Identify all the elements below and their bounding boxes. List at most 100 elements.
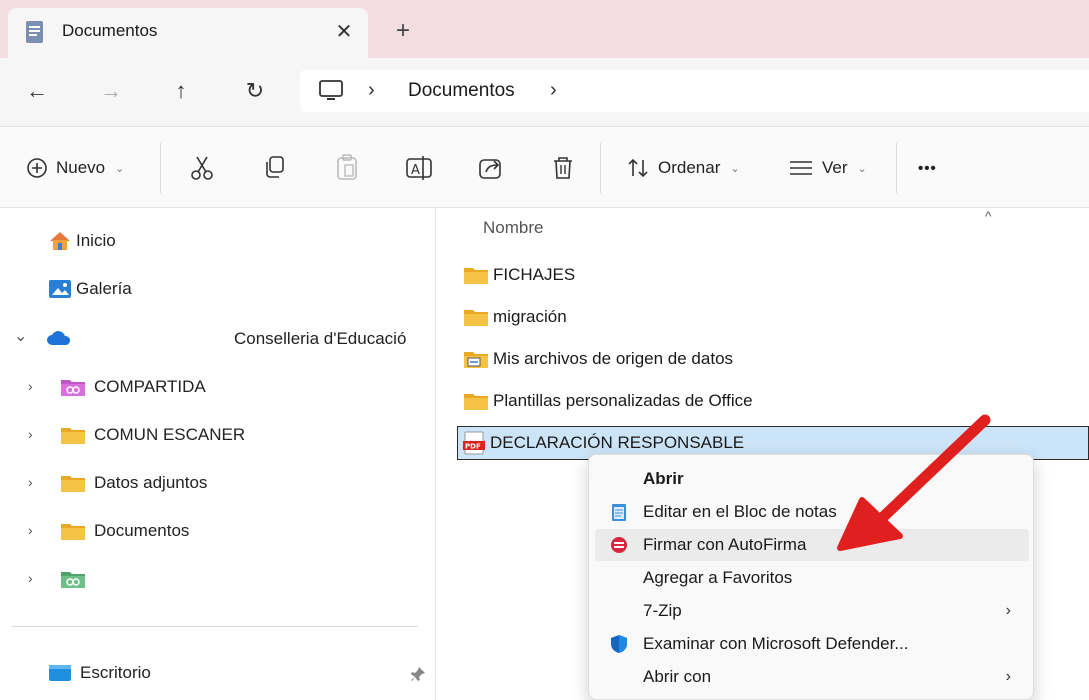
sidebar-item-label: COMUN ESCANER xyxy=(94,425,246,444)
sidebar-item-label: Escritorio xyxy=(80,663,151,682)
menu-item-label: Examinar con Microsoft Defender... xyxy=(643,634,909,653)
tab-documentos[interactable]: Documentos ✕ xyxy=(8,8,368,58)
copy-icon[interactable] xyxy=(258,151,292,185)
sidebar-item-label: Conselleria d'Educació xyxy=(234,329,407,348)
new-tab-button[interactable]: + xyxy=(388,16,418,46)
menu-item-label: 7-Zip xyxy=(643,601,682,620)
tab-title: Documentos xyxy=(62,21,158,40)
file-name: migración xyxy=(493,307,567,326)
sidebar-item-onedrive[interactable]: Conselleria d'Educació xyxy=(46,324,426,354)
column-header-name[interactable]: Nombre xyxy=(483,218,543,238)
chevron-right-icon[interactable]: › xyxy=(28,378,33,394)
chevron-right-icon[interactable]: › xyxy=(28,570,33,586)
address-bar[interactable]: › Documentos › xyxy=(300,70,1089,112)
toolbar-divider xyxy=(600,143,601,193)
file-name: FICHAJES xyxy=(493,265,576,284)
folder-icon xyxy=(61,428,85,444)
notepad-icon xyxy=(612,504,626,521)
sort-button[interactable]: Ordenar ⌄ xyxy=(626,153,740,183)
see-more-button[interactable]: ••• xyxy=(918,153,937,183)
sidebar-item-documentos[interactable]: Documentos xyxy=(60,516,189,546)
folder-tab-icon xyxy=(24,20,46,44)
chevron-right-icon[interactable]: › xyxy=(28,426,33,442)
autofirma-icon xyxy=(611,537,627,553)
sidebar-item-datos-adjuntos[interactable]: Datos adjuntos xyxy=(60,468,207,498)
menu-item-7zip[interactable]: 7-Zip › xyxy=(595,595,1029,627)
shared-folder-icon xyxy=(61,380,85,396)
sidebar-item-label: Inicio xyxy=(76,231,116,250)
chevron-down-icon: ⌄ xyxy=(857,162,867,175)
file-name: Mis archivos de origen de datos xyxy=(493,349,734,368)
chevron-right-icon: › xyxy=(1005,668,1011,685)
file-row[interactable]: Mis archivos de origen de datos xyxy=(457,342,1089,376)
folder-icon xyxy=(464,268,488,284)
folder-icon xyxy=(61,476,85,492)
toolbar-divider xyxy=(160,143,161,193)
paste-icon[interactable] xyxy=(330,151,364,185)
close-tab-icon[interactable]: ✕ xyxy=(330,18,358,46)
desktop-icon xyxy=(49,665,71,681)
folder-icon xyxy=(61,524,85,540)
rename-icon[interactable]: A xyxy=(402,151,436,185)
sort-button-label: Ordenar xyxy=(658,158,721,177)
file-name: Plantillas personalizadas de Office xyxy=(493,391,753,410)
sidebar-item-label: COMPARTIDA xyxy=(94,377,206,396)
pdf-icon: PDF xyxy=(463,431,485,455)
defender-shield-icon xyxy=(611,635,627,653)
up-button[interactable]: ↑ xyxy=(162,72,200,110)
delete-icon[interactable] xyxy=(546,151,580,185)
nav-divider xyxy=(12,626,418,627)
sidebar-item-home[interactable]: Inicio xyxy=(48,226,116,256)
sidebar-item-label: Datos adjuntos xyxy=(94,473,208,492)
shared-folder-icon xyxy=(61,572,85,588)
sidebar-item-shared[interactable] xyxy=(60,564,94,594)
plus-circle-icon xyxy=(27,158,47,178)
chevron-right-icon[interactable]: › xyxy=(28,522,33,538)
menu-item-abrir-con[interactable]: Abrir con › xyxy=(595,661,1029,693)
back-button[interactable]: ← xyxy=(18,72,56,110)
file-row[interactable]: FICHAJES xyxy=(457,258,1089,292)
breadcrumb-documentos[interactable]: Documentos xyxy=(408,80,515,102)
folder-icon xyxy=(464,394,488,410)
red-arrow-annotation xyxy=(837,414,991,551)
tab-strip: Documentos ✕ + xyxy=(0,0,1089,58)
sidebar-item-desktop[interactable]: Escritorio xyxy=(48,658,428,688)
breadcrumb-chevron[interactable]: › xyxy=(550,79,557,102)
share-icon[interactable] xyxy=(474,151,508,185)
chevron-right-icon[interactable]: › xyxy=(28,474,33,490)
pin-icon[interactable] xyxy=(410,666,426,682)
this-pc-icon xyxy=(318,79,344,103)
sort-icon xyxy=(628,158,648,178)
view-button[interactable]: Ver ⌄ xyxy=(788,153,867,183)
forward-button[interactable]: → xyxy=(92,72,130,110)
chevron-right-icon: › xyxy=(1005,602,1011,619)
chevron-down-icon: ⌄ xyxy=(115,162,125,175)
toolbar-divider xyxy=(896,143,897,193)
sidebar-item-gallery[interactable]: Galería xyxy=(48,274,132,304)
sidebar-item-label: Documentos xyxy=(94,521,190,540)
new-button-label: Nuevo xyxy=(56,158,106,177)
svg-text:PDF: PDF xyxy=(465,443,481,451)
command-bar: Nuevo ⌄ A Ordenar ⌄ Ver ⌄ ••• xyxy=(0,126,1089,208)
svg-text:A: A xyxy=(411,163,420,178)
menu-item-label: Agregar a Favoritos xyxy=(643,568,793,587)
file-name: DECLARACIÓN RESPONSABLE xyxy=(490,433,745,452)
new-button[interactable]: Nuevo ⌄ xyxy=(26,153,124,183)
menu-item-label: Firmar con AutoFirma xyxy=(643,535,807,554)
menu-item-label: Abrir xyxy=(643,469,684,488)
onedrive-cloud-icon xyxy=(47,331,71,345)
sort-caret-icon: ^ xyxy=(985,208,992,224)
menu-item-label: Abrir con xyxy=(643,667,712,686)
sidebar-item-label: Galería xyxy=(76,279,132,298)
chevron-down-icon[interactable]: ⌄ xyxy=(14,326,27,346)
sidebar-item-compartida[interactable]: COMPARTIDA xyxy=(60,372,206,402)
cut-icon[interactable] xyxy=(185,151,219,185)
data-source-folder-icon xyxy=(464,352,488,368)
sidebar-item-comun-escaner[interactable]: COMUN ESCANER xyxy=(60,420,245,450)
view-button-label: Ver xyxy=(822,158,848,177)
refresh-button[interactable]: ↻ xyxy=(236,72,274,110)
file-row[interactable]: migración xyxy=(457,300,1089,334)
menu-item-examinar-defender[interactable]: Examinar con Microsoft Defender... xyxy=(595,628,1029,660)
breadcrumb-separator: › xyxy=(368,79,375,101)
menu-item-agregar-favoritos[interactable]: Agregar a Favoritos xyxy=(595,562,1029,594)
